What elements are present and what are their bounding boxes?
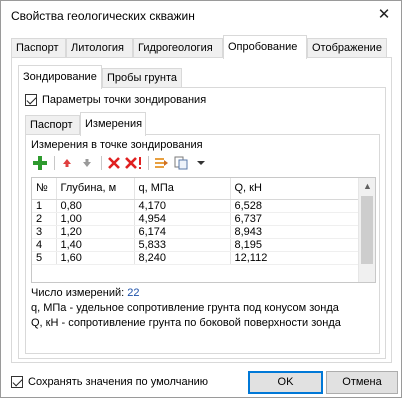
dialog-window: Свойства геологических скважин ✕ Паспорт… xyxy=(0,0,402,398)
toolbar-separator xyxy=(148,156,149,170)
title-bar: Свойства геологических скважин ✕ xyxy=(1,1,401,31)
measurements-table: № Глубина, м q, МПа Q, кН 1 0,80 4,170 6… xyxy=(32,178,358,265)
group-title: Измерения в точке зондирования xyxy=(31,139,203,151)
note-q: q, МПа - удельное сопротивление грунта п… xyxy=(31,302,339,314)
scroll-up-arrow-icon[interactable]: ▲ xyxy=(359,178,375,195)
table-cell[interactable]: 6,528 xyxy=(230,199,358,213)
tab-display[interactable]: Отображение xyxy=(307,38,387,58)
measurement-count-value: 22 xyxy=(127,287,140,299)
note-Q: Q, кН - сопротивление грунта по боковой … xyxy=(31,317,341,329)
window-title: Свойства геологических скважин xyxy=(11,9,195,23)
table-cell[interactable]: 1,20 xyxy=(56,225,135,239)
table-row[interactable]: 4 1,40 5,833 8,195 xyxy=(32,238,358,252)
measurement-count: Число измерений: 22 xyxy=(31,287,140,299)
tab-lithology[interactable]: Литология xyxy=(66,38,133,58)
table-cell[interactable]: 1 xyxy=(32,199,57,213)
table-row[interactable]: 5 1,60 8,240 12,112 xyxy=(32,251,358,265)
table-cell[interactable]: 2 xyxy=(32,212,57,226)
table-row[interactable]: 3 1,20 6,174 8,943 xyxy=(32,225,358,239)
save-default-checkbox[interactable] xyxy=(11,376,23,388)
table-row[interactable]: 1 0,80 4,170 6,528 xyxy=(32,199,358,213)
table-cell[interactable]: 1,40 xyxy=(56,238,135,252)
tab-sampling[interactable]: Опробование xyxy=(223,35,307,59)
move-up-icon[interactable] xyxy=(58,154,76,172)
table-row[interactable]: 2 1,00 4,954 6,737 xyxy=(32,212,358,226)
save-default-row[interactable]: Сохранять значения по умолчанию xyxy=(11,376,208,388)
tab-soil-samples[interactable]: Пробы грунта xyxy=(102,68,182,88)
delete-icon[interactable] xyxy=(105,154,123,172)
save-default-label: Сохранять значения по умолчанию xyxy=(28,376,209,388)
measurements-toolbar xyxy=(31,153,212,173)
sounding-panel: Параметры точки зондирования Паспорт Изм… xyxy=(18,87,386,359)
measurement-count-label: Число измерений: xyxy=(31,287,128,299)
toolbar-separator xyxy=(54,156,55,170)
tab-passport[interactable]: Паспорт xyxy=(11,38,66,58)
table-cell[interactable]: 4,170 xyxy=(134,199,231,213)
vertical-scrollbar[interactable]: ▲ xyxy=(358,178,375,282)
table-cell[interactable]: 8,195 xyxy=(230,238,358,252)
table-cell[interactable]: 4,954 xyxy=(134,212,231,226)
toolbar-separator xyxy=(101,156,102,170)
paste-icon[interactable] xyxy=(172,154,190,172)
measurements-grid[interactable]: № Глубина, м q, МПа Q, кН 1 0,80 4,170 6… xyxy=(31,177,376,283)
table-cell[interactable]: 6,737 xyxy=(230,212,358,226)
ok-button[interactable]: OK xyxy=(248,371,323,394)
table-cell[interactable]: 6,174 xyxy=(134,225,231,239)
table-cell[interactable]: 8,943 xyxy=(230,225,358,239)
dropdown-icon[interactable] xyxy=(192,154,210,172)
table-cell[interactable]: 1,00 xyxy=(56,212,135,226)
delete-all-icon[interactable] xyxy=(125,154,143,172)
table-cell[interactable]: 4 xyxy=(32,238,57,252)
table-cell[interactable]: 1,60 xyxy=(56,251,135,265)
column-header-number[interactable]: № xyxy=(32,178,57,200)
column-header-depth[interactable]: Глубина, м xyxy=(56,178,135,200)
measurements-panel: Измерения в точке зондирования № Глубина… xyxy=(25,134,380,354)
table-cell[interactable]: 8,240 xyxy=(134,251,231,265)
params-checkbox[interactable] xyxy=(25,94,37,106)
table-header-row: № Глубина, м q, МПа Q, кН xyxy=(32,178,358,200)
add-icon[interactable] xyxy=(31,154,49,172)
params-checkbox-label: Параметры точки зондирования xyxy=(42,94,207,106)
import-icon[interactable] xyxy=(152,154,170,172)
scrollbar-thumb[interactable] xyxy=(361,196,373,264)
close-button[interactable]: ✕ xyxy=(373,4,395,26)
tab-hydrogeology[interactable]: Гидрогеология xyxy=(133,38,223,58)
table-cell[interactable]: 12,112 xyxy=(230,251,358,265)
tab-sounding[interactable]: Зондирование xyxy=(18,65,102,89)
sampling-panel: Зондирование Пробы грунта Параметры точк… xyxy=(11,57,392,363)
cancel-button[interactable]: Отмена xyxy=(326,371,398,394)
column-header-q[interactable]: q, МПа xyxy=(134,178,231,200)
table-cell[interactable]: 5,833 xyxy=(134,238,231,252)
table-cell[interactable]: 5 xyxy=(32,251,57,265)
table-cell[interactable]: 3 xyxy=(32,225,57,239)
table-cell[interactable]: 0,80 xyxy=(56,199,135,213)
column-header-Q[interactable]: Q, кН xyxy=(230,178,358,200)
params-checkbox-row[interactable]: Параметры точки зондирования xyxy=(25,94,206,106)
tab-point-passport[interactable]: Паспорт xyxy=(25,115,80,135)
tab-measurements[interactable]: Измерения xyxy=(80,112,146,136)
move-down-icon[interactable] xyxy=(78,154,96,172)
